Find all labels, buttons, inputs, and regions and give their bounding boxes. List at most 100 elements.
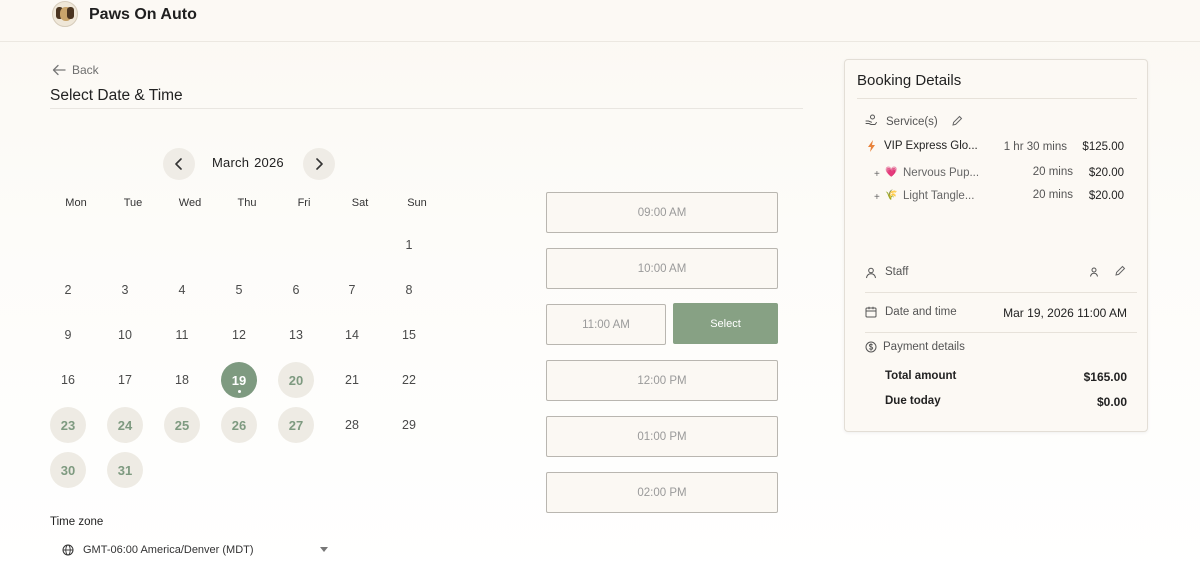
calendar-day: 16 <box>61 373 75 387</box>
calendar-day: 3 <box>121 283 129 297</box>
calendar-day-selected[interactable]: 19 <box>221 362 257 398</box>
calendar-day: 12 <box>232 328 246 342</box>
back-label: Back <box>72 63 99 77</box>
weekday-label: Mon <box>65 197 87 209</box>
dollar-icon <box>865 341 877 353</box>
time-slot[interactable]: 02:00 PM <box>546 472 778 513</box>
timezone-value: GMT-06:00 America/Denver (MDT) <box>83 544 254 556</box>
staff-avatar-icon[interactable] <box>1089 266 1099 278</box>
calendar-day: 18 <box>175 373 189 387</box>
date-time-value: Mar 19, 2026 11:00 AM <box>1003 306 1127 320</box>
calendar-day: 13 <box>289 328 303 342</box>
addon-name: Nervous Pup... <box>903 167 980 179</box>
payment-label: Payment details <box>883 341 965 353</box>
calendar-day: 17 <box>118 373 132 387</box>
weekday-label: Wed <box>178 197 202 209</box>
caret-down-icon <box>320 547 328 552</box>
service-price: $125.00 <box>1082 141 1124 153</box>
arrow-left-icon <box>52 64 66 76</box>
addon-price: $20.00 <box>1088 190 1124 202</box>
pencil-icon[interactable] <box>951 115 963 127</box>
addon-duration: 20 mins <box>1032 166 1073 178</box>
divider <box>857 98 1137 99</box>
calendar-day-available[interactable]: 20 <box>278 362 314 398</box>
calendar-icon <box>865 306 877 318</box>
time-slot[interactable]: 09:00 AM <box>546 192 778 233</box>
staff-label: Staff <box>885 266 909 278</box>
addon-plus: + <box>874 192 880 203</box>
booking-details-panel: Booking Details Service(s) VIP Express G… <box>844 59 1148 432</box>
time-slot[interactable]: 01:00 PM <box>546 416 778 457</box>
calendar-day: 4 <box>178 283 186 297</box>
time-slot-selected[interactable]: 11:00 AM <box>546 304 666 345</box>
addon-price: $20.00 <box>1088 167 1124 179</box>
weekday-label: Fri <box>297 197 311 209</box>
addon-duration: 20 mins <box>1032 189 1073 201</box>
calendar-day-available[interactable]: 24 <box>107 407 143 443</box>
calendar-day-available[interactable]: 25 <box>164 407 200 443</box>
divider <box>50 108 803 109</box>
calendar-day: 14 <box>345 328 359 342</box>
addon-name: Light Tangle... <box>903 190 975 202</box>
calendar-day-available[interactable]: 30 <box>50 452 86 488</box>
chevron-left-icon <box>175 158 182 170</box>
calendar-day: 29 <box>402 418 416 432</box>
service-duration: 1 hr 30 mins <box>1003 141 1067 153</box>
month-label: March 2026 <box>212 155 284 170</box>
brand-logo[interactable] <box>52 1 78 27</box>
calendar-day-available[interactable]: 27 <box>278 407 314 443</box>
back-link[interactable]: Back <box>52 63 99 77</box>
page-title: Select Date & Time <box>50 87 183 104</box>
lightning-icon <box>868 140 875 152</box>
calendar-day: 15 <box>402 328 416 342</box>
divider <box>865 332 1137 333</box>
select-button[interactable]: Select <box>673 303 778 344</box>
due-today-label: Due today <box>885 395 941 407</box>
calendar-day: 2 <box>64 283 72 297</box>
date-time-label: Date and time <box>885 306 957 318</box>
brand-name[interactable]: Paws On Auto <box>89 6 197 24</box>
calendar-day: 5 <box>235 283 243 297</box>
services-label: Service(s) <box>886 116 938 128</box>
weekday-label: Thu <box>237 197 257 209</box>
calendar-day: 10 <box>118 328 132 342</box>
calendar-day: 7 <box>348 283 356 297</box>
weekday-label: Tue <box>123 197 143 209</box>
weekday-label: Sat <box>351 197 369 209</box>
divider <box>865 292 1137 293</box>
app-header: Paws On Auto <box>0 0 1200 42</box>
calendar-day-available[interactable]: 26 <box>221 407 257 443</box>
time-slot[interactable]: 10:00 AM <box>546 248 778 289</box>
globe-icon <box>62 544 74 556</box>
service-name: VIP Express Glo... <box>884 140 978 152</box>
next-month-button[interactable] <box>303 148 335 180</box>
calendar-day: 8 <box>405 283 413 297</box>
due-today-value: $0.00 <box>1096 395 1127 409</box>
calendar-day: 22 <box>402 373 416 387</box>
chevron-right-icon <box>316 158 323 170</box>
heart-icon: 💗 <box>885 167 898 178</box>
addon-plus: + <box>874 169 880 180</box>
panel-title: Booking Details <box>857 72 962 89</box>
time-slot[interactable]: 12:00 PM <box>546 360 778 401</box>
wheat-icon: 🌾 <box>885 190 898 201</box>
calendar-day-available[interactable]: 31 <box>107 452 143 488</box>
calendar-day: 9 <box>64 328 72 342</box>
calendar-day-available[interactable]: 23 <box>50 407 86 443</box>
user-icon <box>866 267 876 279</box>
total-amount-label: Total amount <box>885 370 957 382</box>
service-icon <box>865 114 877 125</box>
total-amount-value: $165.00 <box>1083 370 1127 384</box>
prev-month-button[interactable] <box>163 148 195 180</box>
pencil-icon[interactable] <box>1114 265 1126 277</box>
month-year: 2026 <box>254 155 284 170</box>
calendar-day: 6 <box>292 283 300 297</box>
timezone-label: Time zone <box>50 516 104 528</box>
timezone-select[interactable]: GMT-06:00 America/Denver (MDT) <box>62 541 332 559</box>
calendar-day: 1 <box>405 238 413 252</box>
month-name: March <box>212 155 250 170</box>
calendar-day: 21 <box>345 373 359 387</box>
calendar-day: 11 <box>175 328 189 342</box>
calendar-day: 28 <box>345 418 359 432</box>
weekday-label: Sun <box>407 197 427 209</box>
